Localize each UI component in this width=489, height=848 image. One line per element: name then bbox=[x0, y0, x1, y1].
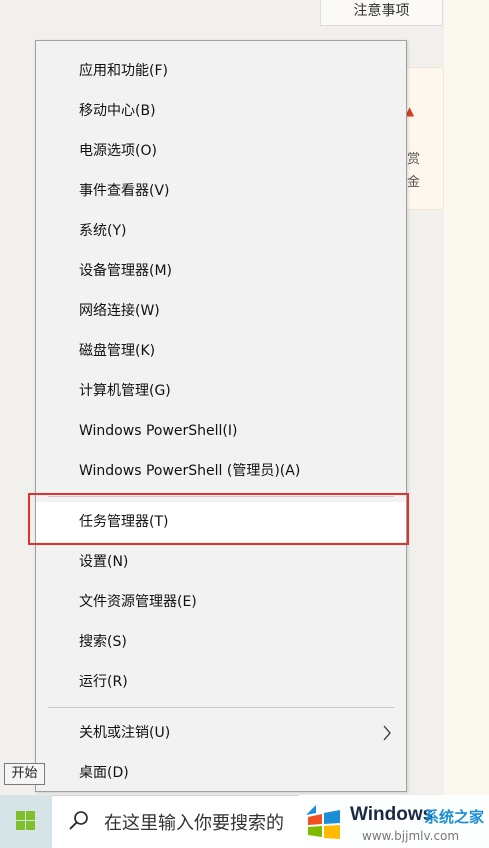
menu-item-powershell-admin[interactable]: Windows PowerShell (管理员)(A) bbox=[36, 451, 406, 491]
menu-item-power-options[interactable]: 电源选项(O) bbox=[36, 131, 406, 171]
watermark-url: www.bjjmlv.com bbox=[362, 829, 460, 843]
page-right-strip bbox=[444, 0, 489, 848]
menu-item-system[interactable]: 系统(Y) bbox=[36, 211, 406, 251]
menu-item-settings[interactable]: 设置(N) bbox=[36, 542, 406, 582]
reward-card-text-2: 金 bbox=[407, 175, 421, 190]
menu-item-desktop[interactable]: 桌面(D) bbox=[36, 753, 406, 793]
menu-item-shutdown[interactable]: 关机或注销(U) bbox=[36, 713, 406, 753]
watermark-brand: Windows bbox=[350, 804, 434, 825]
notice-button[interactable]: 注意事项 bbox=[320, 0, 443, 26]
start-button[interactable] bbox=[0, 795, 52, 848]
menu-separator bbox=[48, 707, 394, 708]
menu-item-powershell[interactable]: Windows PowerShell(I) bbox=[36, 411, 406, 451]
menu-item-event-viewer[interactable]: 事件查看器(V) bbox=[36, 171, 406, 211]
start-tooltip: 开始 bbox=[4, 763, 45, 785]
windows-logo-icon bbox=[16, 811, 35, 830]
search-placeholder: 在这里输入你要搜索的 bbox=[104, 813, 284, 834]
menu-item-file-explorer[interactable]: 文件资源管理器(E) bbox=[36, 582, 406, 622]
menu-item-network-connections[interactable]: 网络连接(W) bbox=[36, 291, 406, 331]
menu-item-disk-management[interactable]: 磁盘管理(K) bbox=[36, 331, 406, 371]
menu-item-search[interactable]: 搜索(S) bbox=[36, 622, 406, 662]
menu-item-mobility-center[interactable]: 移动中心(B) bbox=[36, 91, 406, 131]
chevron-right-icon bbox=[383, 725, 391, 741]
menu-item-run[interactable]: 运行(R) bbox=[36, 662, 406, 702]
menu-item-shutdown-label: 关机或注销(U) bbox=[79, 725, 171, 741]
watermark-brand-cn: 系统之家 bbox=[424, 808, 485, 826]
winx-context-menu: 应用和功能(F) 移动中心(B) 电源选项(O) 事件查看器(V) 系统(Y) … bbox=[35, 40, 407, 792]
menu-item-computer-management[interactable]: 计算机管理(G) bbox=[36, 371, 406, 411]
menu-item-task-manager[interactable]: 任务管理器(T) bbox=[36, 502, 406, 542]
watermark: Windows 系统之家 www.bjjmlv.com bbox=[296, 795, 489, 848]
menu-separator bbox=[48, 496, 394, 497]
reward-card-text-1: 赏 bbox=[407, 152, 421, 167]
windows-flag-logo-icon bbox=[306, 805, 340, 839]
taskbar-search-box[interactable]: 在这里输入你要搜索的 bbox=[52, 795, 302, 848]
menu-item-apps-features[interactable]: 应用和功能(F) bbox=[36, 51, 406, 91]
search-icon bbox=[69, 811, 88, 830]
menu-item-device-manager[interactable]: 设备管理器(M) bbox=[36, 251, 406, 291]
